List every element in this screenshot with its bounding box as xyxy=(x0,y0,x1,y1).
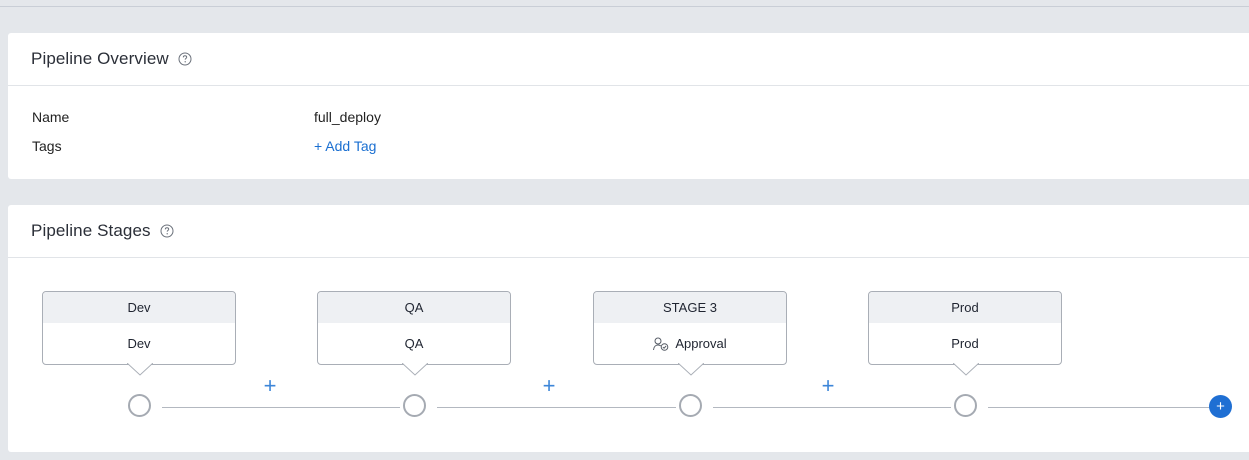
add-tag-link[interactable]: + Add Tag xyxy=(314,138,376,154)
stage-name: Prod xyxy=(869,292,1061,323)
stage-environment: Prod xyxy=(951,336,979,351)
stage-environment: QA xyxy=(404,336,424,351)
insert-stage-button[interactable]: + xyxy=(820,375,836,397)
stage-pointer xyxy=(678,363,704,376)
stage-card-stage-3[interactable]: STAGE 3 Approval xyxy=(593,291,787,376)
stage-name: QA xyxy=(318,292,510,323)
name-row: Name full_deploy xyxy=(32,109,381,125)
add-stage-button[interactable]: + xyxy=(1209,395,1232,418)
stage-name: STAGE 3 xyxy=(594,292,786,323)
stage-approval: Approval xyxy=(594,323,786,364)
name-label: Name xyxy=(32,109,70,125)
pipeline-stages-card: Pipeline Stages Dev Dev QA QA STAGE 3 Ap… xyxy=(8,205,1249,452)
stage-card-dev[interactable]: Dev Dev xyxy=(42,291,236,376)
insert-stage-button[interactable]: + xyxy=(541,375,557,397)
approval-icon xyxy=(653,337,669,351)
stage-connector xyxy=(162,407,400,408)
stage-connector xyxy=(437,407,676,408)
stage-node[interactable] xyxy=(403,394,426,417)
stage-name: Dev xyxy=(43,292,235,323)
pipeline-overview-header: Pipeline Overview xyxy=(8,33,1249,86)
insert-stage-button[interactable]: + xyxy=(262,375,278,397)
stage-node[interactable] xyxy=(679,394,702,417)
stages-flow: Dev Dev QA QA STAGE 3 Approval Prod Prod… xyxy=(8,258,1249,452)
pipeline-stages-header: Pipeline Stages xyxy=(8,205,1249,258)
stage-card-qa[interactable]: QA QA xyxy=(317,291,511,376)
stage-connector xyxy=(988,407,1210,408)
help-icon[interactable] xyxy=(160,224,174,238)
name-value: full_deploy xyxy=(314,109,381,125)
stage-card-prod[interactable]: Prod Prod xyxy=(868,291,1062,376)
stage-environment: Dev xyxy=(127,336,151,351)
pipeline-stages-title: Pipeline Stages xyxy=(31,221,151,240)
stage-pointer xyxy=(402,363,428,376)
stage-node[interactable] xyxy=(128,394,151,417)
pipeline-overview-card: Pipeline Overview Name full_deploy Tags + … xyxy=(8,33,1249,179)
stage-approval-label: Approval xyxy=(675,336,727,351)
stage-node[interactable] xyxy=(954,394,977,417)
stage-pointer xyxy=(127,363,153,376)
tags-row: Tags + Add Tag xyxy=(32,138,376,154)
top-divider xyxy=(0,6,1249,7)
tags-label: Tags xyxy=(32,138,62,154)
pipeline-overview-title: Pipeline Overview xyxy=(31,49,169,68)
stage-pointer xyxy=(953,363,979,376)
stage-connector xyxy=(713,407,951,408)
help-icon[interactable] xyxy=(178,52,192,66)
